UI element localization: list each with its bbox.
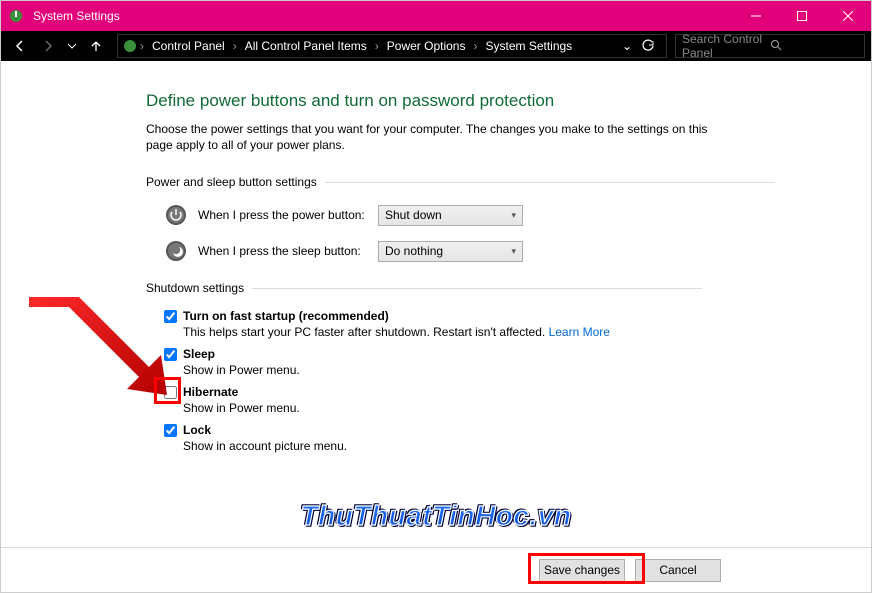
- up-button[interactable]: [83, 33, 109, 59]
- chevron-right-icon: ›: [373, 39, 381, 53]
- section-power-sleep-header: Power and sleep button settings: [146, 175, 871, 189]
- sleep-button-dropdown[interactable]: Do nothing▾: [378, 241, 523, 262]
- maximize-button[interactable]: [779, 1, 825, 31]
- crumb-control-panel[interactable]: Control Panel: [146, 39, 231, 53]
- crumb-system-settings[interactable]: System Settings: [479, 39, 578, 53]
- fast-startup-checkbox[interactable]: [164, 310, 177, 323]
- titlebar: System Settings: [1, 1, 871, 31]
- navbar: › Control Panel › All Control Panel Item…: [1, 31, 871, 61]
- location-icon: [122, 38, 138, 54]
- section-shutdown-header: Shutdown settings: [146, 281, 871, 295]
- cancel-button[interactable]: Cancel: [635, 559, 721, 582]
- fast-startup-label: Turn on fast startup (recommended): [183, 309, 389, 323]
- fast-startup-block: Turn on fast startup (recommended) This …: [146, 309, 871, 339]
- sleep-desc: Show in Power menu.: [164, 363, 871, 377]
- chevron-down-icon[interactable]: ⌄: [620, 39, 634, 53]
- learn-more-link[interactable]: Learn More: [549, 325, 610, 339]
- search-input[interactable]: Search Control Panel: [675, 34, 865, 58]
- page-description: Choose the power settings that you want …: [146, 121, 716, 153]
- content-area: Define power buttons and turn on passwor…: [1, 61, 871, 547]
- app-icon: [1, 8, 31, 24]
- power-button-label: When I press the power button:: [198, 208, 378, 222]
- chevron-right-icon: ›: [231, 39, 239, 53]
- hibernate-checkbox[interactable]: [164, 386, 177, 399]
- chevron-down-icon: ▾: [511, 246, 516, 257]
- minimize-button[interactable]: [733, 1, 779, 31]
- back-button[interactable]: [7, 33, 33, 59]
- forward-button[interactable]: [35, 33, 61, 59]
- refresh-button[interactable]: [634, 39, 662, 53]
- sleep-label: Sleep: [183, 347, 215, 361]
- row-sleep-button: When I press the sleep button: Do nothin…: [146, 239, 871, 263]
- sleep-checkbox[interactable]: [164, 348, 177, 361]
- chevron-down-icon: ▾: [511, 210, 516, 221]
- window-title: System Settings: [31, 9, 733, 23]
- row-power-button: When I press the power button: Shut down…: [146, 203, 871, 227]
- hibernate-block: Hibernate Show in Power menu.: [146, 385, 871, 415]
- lock-desc: Show in account picture menu.: [164, 439, 871, 453]
- footer: Save changes Cancel: [1, 547, 871, 592]
- power-icon: [164, 203, 188, 227]
- crumb-all-items[interactable]: All Control Panel Items: [239, 39, 373, 53]
- power-button-dropdown[interactable]: Shut down▾: [378, 205, 523, 226]
- fast-startup-desc: This helps start your PC faster after sh…: [164, 325, 871, 339]
- lock-checkbox[interactable]: [164, 424, 177, 437]
- history-dropdown-button[interactable]: [63, 33, 81, 59]
- chevron-right-icon: ›: [138, 39, 146, 53]
- search-icon[interactable]: [770, 39, 858, 54]
- sleep-block: Sleep Show in Power menu.: [146, 347, 871, 377]
- lock-label: Lock: [183, 423, 211, 437]
- save-button[interactable]: Save changes: [539, 559, 625, 582]
- hibernate-label: Hibernate: [183, 385, 238, 399]
- hibernate-desc: Show in Power menu.: [164, 401, 871, 415]
- breadcrumb[interactable]: › Control Panel › All Control Panel Item…: [117, 34, 667, 58]
- sleep-button-label: When I press the sleep button:: [198, 244, 378, 258]
- search-placeholder: Search Control Panel: [682, 32, 770, 60]
- page-title: Define power buttons and turn on passwor…: [146, 91, 871, 111]
- crumb-power-options[interactable]: Power Options: [381, 39, 472, 53]
- lock-block: Lock Show in account picture menu.: [146, 423, 871, 453]
- sleep-icon: [164, 239, 188, 263]
- chevron-right-icon: ›: [471, 39, 479, 53]
- close-button[interactable]: [825, 1, 871, 31]
